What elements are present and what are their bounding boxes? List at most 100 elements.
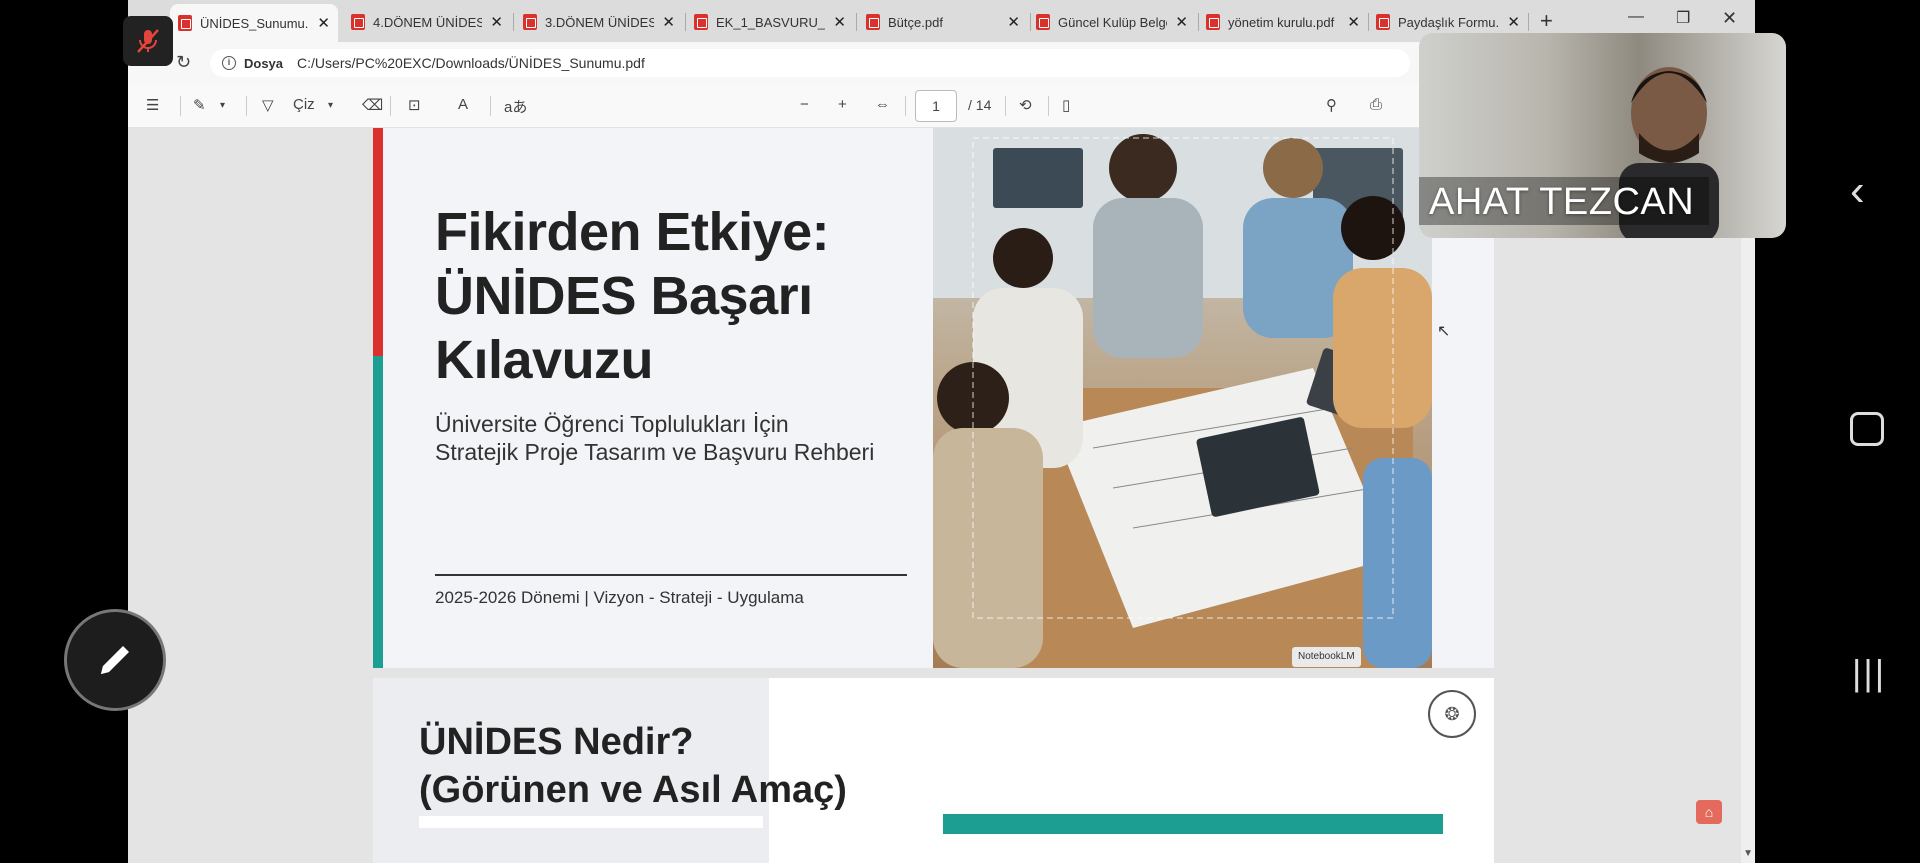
square-icon[interactable] [1850,412,1884,446]
tab-separator [856,13,857,31]
toolbar-separator [390,96,391,116]
page-view-icon[interactable]: ▯ [1062,96,1070,114]
close-window-icon[interactable]: ✕ [1722,8,1737,29]
highlight-icon[interactable]: ✎ [193,96,206,114]
tab-label: EK_1_BASVURU_FO [716,14,826,30]
tab-label: Bütçe.pdf [888,14,943,30]
tab-separator [513,13,514,31]
pdf-icon [1206,14,1220,30]
close-tab-icon[interactable]: ✕ [1347,13,1360,31]
fit-width-icon[interactable]: ⇔ [875,96,890,113]
close-tab-icon[interactable]: ✕ [1175,13,1188,31]
tab-label: Paydaşlık Formu.pd [1398,14,1500,30]
toolbar-separator [1048,96,1049,116]
tab-label: 3.DÖNEM ÜNİDES [545,14,655,30]
recent-apps-icon[interactable]: ||| [1852,652,1886,694]
tab-label: 4.DÖNEM ÜNİDES [373,14,483,30]
translate-icon[interactable]: aあ [504,96,527,117]
eraser-icon[interactable]: ⌫ [362,96,383,114]
tab-label: Güncel Kulüp Belge [1058,14,1168,30]
pdf-viewer[interactable]: Fikirden Etkiye: ÜNİDES Başarı Kılavuzu … [128,128,1755,863]
toolbar-separator [905,96,906,116]
chevron-left-icon[interactable]: ‹ [1850,166,1865,216]
pdf-icon [1376,14,1390,30]
tab-unides-sunumu[interactable]: ÜNİDES_Sunumu.pd ✕ [170,4,338,42]
new-tab-icon[interactable]: + [1540,8,1553,34]
info-icon[interactable]: i [222,56,236,70]
slide-footer: 2025-2026 Dönemi | Vizyon - Strateji - U… [435,588,804,607]
minimize-icon[interactable]: — [1628,8,1644,26]
team-photo-illustration [933,128,1432,668]
page-total: / 14 [968,97,992,113]
tab-ek-1-basvuru[interactable]: EK_1_BASVURU_FO ✕ [686,6,854,38]
accent-bar-red [373,128,383,356]
print-icon[interactable]: ⎙ [1370,96,1382,113]
scrollbar[interactable]: ▼ [1741,128,1755,863]
toolbar-separator [246,96,247,116]
draw-label[interactable]: Çiz [293,96,315,113]
tab-butce[interactable]: Bütçe.pdf ✕ [858,6,1028,38]
zoom-out-icon[interactable]: − [800,96,809,113]
tab-label: yönetim kurulu.pdf [1228,14,1335,30]
pdf-icon [1036,14,1050,30]
url-text: C:/Users/PC%20EXC/Downloads/ÜNİDES_Sunum… [297,55,645,71]
toolbar-separator [180,96,181,116]
chevron-down-icon[interactable]: ▾ [328,100,333,111]
title-line: Fikirden Etkiye: [435,202,830,262]
pen-button[interactable] [64,609,166,711]
mute-badge[interactable] [123,16,173,66]
slide-page-2: ÜNİDES Nedir? (Görünen ve Asıl Amaç) ❂ [373,678,1494,863]
participant-video-tile[interactable]: AHAT TEZCAN [1419,33,1786,238]
accent-bar-teal [373,356,383,668]
close-tab-icon[interactable]: ✕ [1507,13,1520,31]
text-box-icon[interactable]: ⊡ [408,96,421,114]
acrobat-icon[interactable]: ⌂ [1696,800,1722,824]
draw-icon[interactable]: ▽ [262,96,274,114]
title-line: ÜNİDES Başarı [435,266,813,326]
slide-subtitle: Üniversite Öğrenci Toplulukları İçin Str… [435,410,915,466]
toolbar-separator [490,96,491,116]
search-icon[interactable]: ⚲ [1326,96,1337,114]
slide-page-1: Fikirden Etkiye: ÜNİDES Başarı Kılavuzu … [373,128,1494,668]
pdf-icon [178,15,192,31]
divider [435,574,907,576]
toolbar-separator [1005,96,1006,116]
chevron-down-icon[interactable]: ▾ [220,100,225,111]
title-line: (Görünen ve Asıl Amaç) [419,769,847,811]
close-tab-icon[interactable]: ✕ [317,14,330,32]
participant-name: AHAT TEZCAN [1429,181,1695,223]
tab-separator [1528,13,1529,31]
url-field[interactable]: i Dosya C:/Users/PC%20EXC/Downloads/ÜNİD… [210,49,1410,77]
team-photo [933,128,1432,668]
pdf-icon [523,14,537,30]
screen: ÜNİDES_Sunumu.pd ✕ 4.DÖNEM ÜNİDES ✕ 3.DÖ… [0,0,1920,863]
slide2-title: ÜNİDES Nedir? (Görünen ve Asıl Amaç) [419,718,847,814]
tab-3-donem[interactable]: 3.DÖNEM ÜNİDES ✕ [515,6,683,38]
tab-yonetim-kurulu[interactable]: yönetim kurulu.pdf ✕ [1198,6,1368,38]
slide2-box [419,816,763,828]
title-line: Kılavuzu [435,330,654,390]
reload-icon[interactable]: ↻ [176,52,191,73]
close-tab-icon[interactable]: ✕ [490,13,503,31]
scheme-label: Dosya [244,55,284,71]
slide2-teal-bar [943,814,1443,834]
page-number-input[interactable]: 1 [915,90,957,122]
zoom-in-icon[interactable]: + [838,96,847,113]
pdf-icon [351,14,365,30]
read-aloud-icon[interactable]: A [458,96,468,113]
scroll-down-icon[interactable]: ▼ [1743,848,1753,859]
close-tab-icon[interactable]: ✕ [1007,13,1020,31]
close-tab-icon[interactable]: ✕ [662,13,675,31]
contents-list-icon[interactable]: ☰ [146,96,159,114]
mic-off-icon [137,29,159,53]
subtitle-line: Üniversite Öğrenci Toplulukları İçin [435,411,789,437]
pen-icon [101,646,129,674]
tab-4-donem[interactable]: 4.DÖNEM ÜNİDES ✕ [343,6,511,38]
university-seal-icon: ❂ [1428,690,1476,738]
subtitle-line: Stratejik Proje Tasarım ve Başvuru Rehbe… [435,439,875,465]
rotate-icon[interactable]: ⟲ [1019,96,1032,114]
close-tab-icon[interactable]: ✕ [833,13,846,31]
tab-guncel-kulup[interactable]: Güncel Kulüp Belge ✕ [1028,6,1196,38]
restore-icon[interactable]: ❐ [1676,8,1690,28]
title-line: ÜNİDES Nedir? [419,721,694,763]
